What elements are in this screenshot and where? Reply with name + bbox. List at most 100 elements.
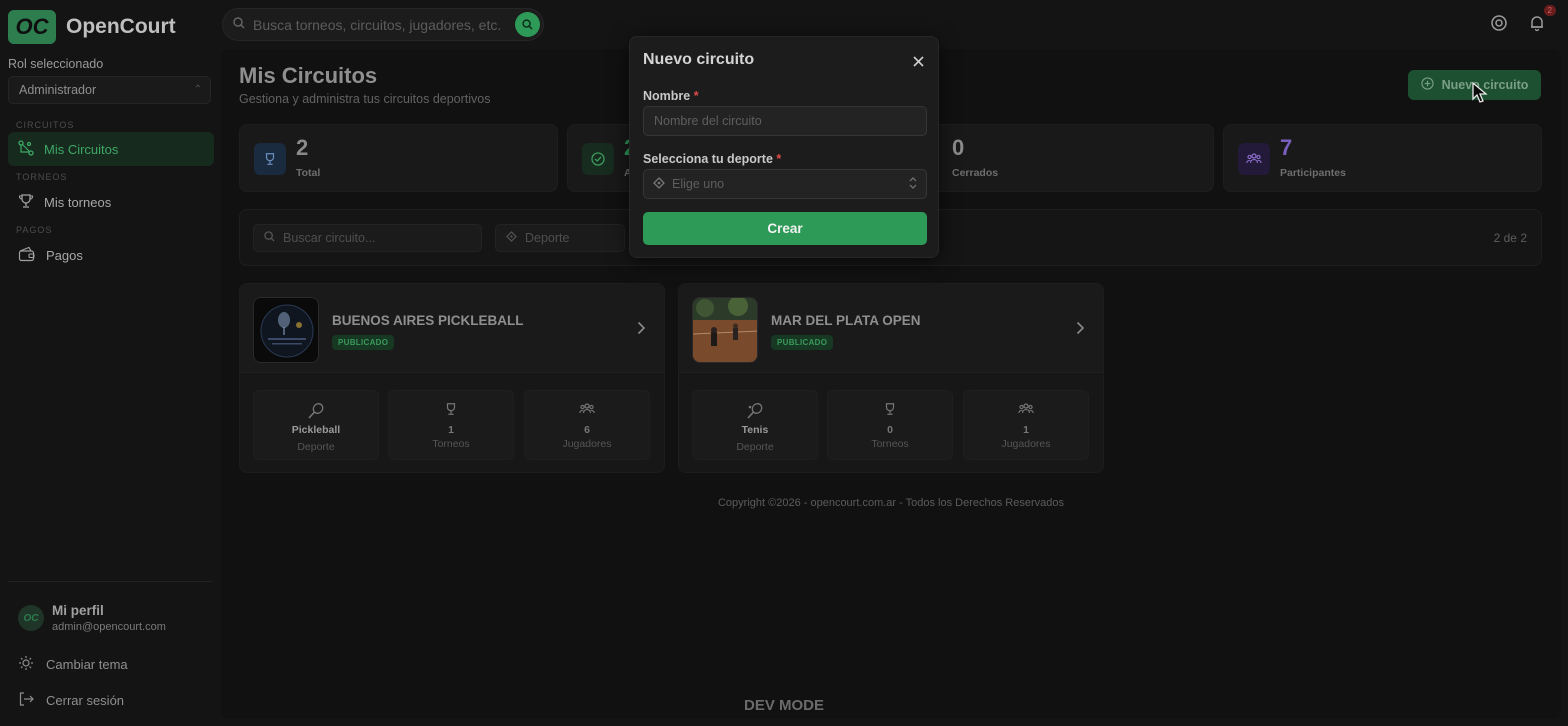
- app-logo[interactable]: OC OpenCourt: [8, 10, 176, 44]
- sidebar-item-label: Mis torneos: [44, 194, 112, 210]
- sport-icon: [653, 176, 665, 192]
- section-label-circuits: CIRCUITOS: [16, 120, 75, 130]
- stat-label: Participantes: [1280, 167, 1346, 179]
- sport-select-placeholder: Elige uno: [672, 177, 725, 191]
- global-search-input[interactable]: [253, 16, 515, 33]
- trophy-icon: [18, 193, 34, 212]
- profile-email: admin@opencourt.com: [52, 621, 166, 633]
- chevron-updown-icon: ⌃: [193, 84, 202, 95]
- check-circle-icon: [582, 143, 614, 175]
- wallet-icon: [18, 246, 36, 265]
- tournaments-label: Torneos: [432, 438, 470, 450]
- circuit-search-input[interactable]: Buscar circuito...: [253, 224, 482, 252]
- theme-toggle-label: Cambiar tema: [46, 657, 128, 672]
- trophy-icon: [444, 402, 458, 421]
- sport-filter-placeholder: Deporte: [525, 231, 570, 245]
- sport-value: Pickleball: [291, 424, 341, 436]
- search-submit-button[interactable]: [515, 12, 540, 37]
- sidebar-item-tournaments[interactable]: Mis torneos: [8, 185, 214, 219]
- sport-stat: Tenis Deporte: [692, 390, 818, 460]
- status-badge: PUBLICADO: [332, 335, 395, 350]
- required-mark: *: [693, 89, 699, 103]
- help-icon[interactable]: [1490, 14, 1510, 34]
- stat-card-closed: 0 Cerrados: [895, 124, 1214, 192]
- section-label-tournaments: TORNEOS: [16, 172, 68, 182]
- name-field-label: Nombre *: [643, 89, 699, 103]
- sport-select[interactable]: Elige uno: [643, 169, 927, 199]
- stat-label: Total: [296, 167, 321, 179]
- search-icon: [264, 231, 275, 245]
- circuit-search-placeholder: Buscar circuito...: [283, 231, 376, 245]
- profile-link[interactable]: OC Mi perfil admin@opencourt.com: [18, 603, 166, 633]
- sidebar-item-circuits[interactable]: Mis Circuitos: [8, 132, 214, 166]
- stat-value: 0: [952, 135, 965, 160]
- circuit-title: MAR DEL PLATA OPEN: [771, 313, 921, 328]
- sidebar-item-payments[interactable]: Pagos: [8, 238, 214, 272]
- results-count: 2 de 2: [1493, 231, 1527, 245]
- chevron-right-icon[interactable]: [1076, 321, 1085, 340]
- sport-label: Deporte: [297, 441, 335, 453]
- racket-icon: [746, 402, 764, 425]
- notification-badge: 2: [1543, 5, 1556, 16]
- mouse-cursor-icon: [1472, 81, 1488, 109]
- players-label: Jugadores: [1001, 438, 1051, 450]
- players-stat: 1 Jugadores: [963, 390, 1089, 460]
- sidebar-item-label: Mis Circuitos: [44, 141, 119, 157]
- circuit-card[interactable]: MAR DEL PLATA OPEN PUBLICADO Tenis Depor…: [678, 283, 1104, 473]
- trophy-icon: [883, 402, 897, 421]
- sidebar-divider: [8, 581, 212, 582]
- create-button[interactable]: Crear: [643, 212, 927, 245]
- plus-circle-icon: [1420, 77, 1434, 93]
- paddle-icon: [307, 402, 325, 425]
- sun-icon: [18, 655, 34, 674]
- name-field-label-text: Nombre: [643, 89, 691, 103]
- status-badge: PUBLICADO: [771, 335, 834, 350]
- required-mark: *: [776, 152, 782, 166]
- bell-icon[interactable]: 2: [1528, 5, 1556, 34]
- circuit-card-header[interactable]: MAR DEL PLATA OPEN PUBLICADO: [679, 284, 1103, 373]
- sidebar-item-label: Pagos: [46, 247, 83, 263]
- global-search[interactable]: [222, 8, 544, 41]
- app-name: OpenCourt: [66, 15, 176, 38]
- sport-stat: Pickleball Deporte: [253, 390, 379, 460]
- avatar: OC: [18, 605, 44, 631]
- players-value: 1: [1023, 424, 1029, 436]
- users-icon: [1018, 402, 1034, 421]
- circuit-name-input[interactable]: [643, 106, 927, 136]
- sport-filter-select[interactable]: Deporte: [495, 224, 625, 252]
- search-icon: [233, 16, 245, 34]
- sport-icon: [506, 231, 517, 245]
- chevron-updown-icon: [909, 177, 917, 190]
- circuit-title: BUENOS AIRES PICKLEBALL: [332, 313, 524, 328]
- circuit-logo-image: [253, 297, 319, 363]
- tournaments-label: Torneos: [871, 438, 909, 450]
- players-label: Jugadores: [562, 438, 612, 450]
- circuit-card-header[interactable]: BUENOS AIRES PICKLEBALL PUBLICADO: [240, 284, 664, 373]
- footer-copyright: Copyright ©2026 - opencourt.com.ar - Tod…: [717, 497, 1065, 509]
- tournaments-stat: 0 Torneos: [827, 390, 953, 460]
- stat-card-participants: 7 Participantes: [1223, 124, 1542, 192]
- role-select[interactable]: Administrador ⌃: [8, 76, 211, 104]
- chevron-right-icon[interactable]: [637, 321, 646, 340]
- stat-value: 2: [296, 135, 309, 160]
- logo-mark: OC: [8, 10, 56, 44]
- trophy-icon: [254, 143, 286, 175]
- sport-field-label-text: Selecciona tu deporte: [643, 152, 773, 166]
- new-circuit-modal: Nuevo circuito Nombre * Selecciona tu de…: [629, 36, 939, 258]
- circuit-card[interactable]: BUENOS AIRES PICKLEBALL PUBLICADO Pickle…: [239, 283, 665, 473]
- close-icon[interactable]: [913, 54, 924, 71]
- dev-mode-label: DEV MODE: [743, 697, 824, 714]
- profile-name: Mi perfil: [52, 603, 104, 618]
- sport-field-label: Selecciona tu deporte *: [643, 152, 781, 166]
- modal-title: Nuevo circuito: [643, 51, 755, 68]
- sport-value: Tenis: [741, 424, 769, 436]
- tournaments-value: 1: [448, 424, 454, 436]
- sidebar: Rol seleccionado Administrador ⌃ CIRCUIT…: [0, 48, 220, 726]
- players-value: 6: [584, 424, 590, 436]
- page-subtitle: Gestiona y administra tus circuitos depo…: [239, 92, 491, 106]
- players-stat: 6 Jugadores: [524, 390, 650, 460]
- tournaments-value: 0: [887, 424, 893, 436]
- theme-toggle-button[interactable]: Cambiar tema: [18, 655, 128, 674]
- sport-label: Deporte: [736, 441, 774, 453]
- circuit-photo-image: [692, 297, 758, 363]
